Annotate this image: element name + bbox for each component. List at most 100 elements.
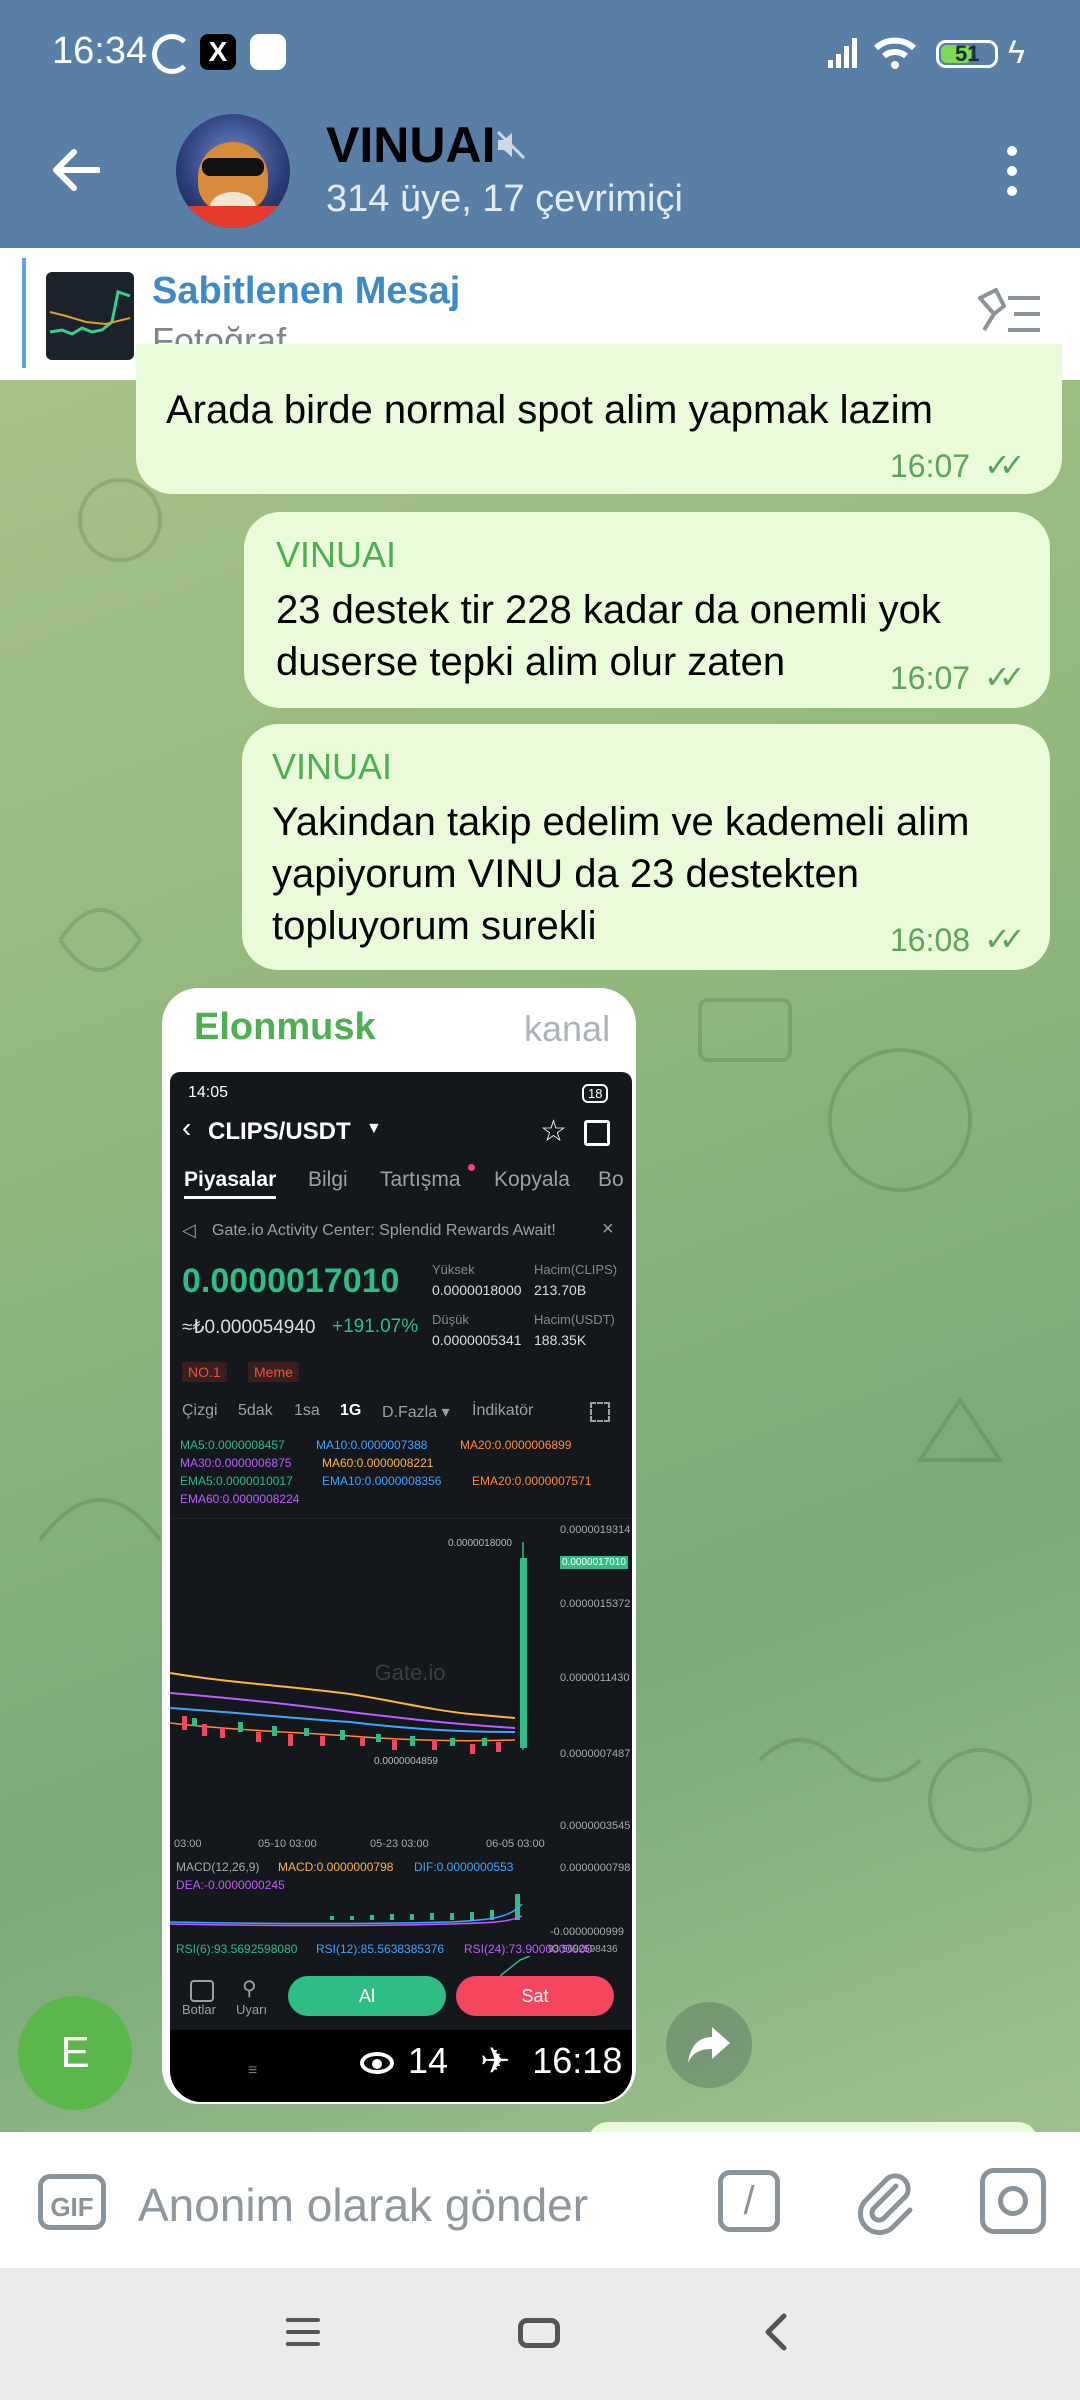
message-input[interactable]	[136, 2176, 680, 2234]
nav-home-button[interactable]	[518, 2318, 560, 2348]
shot-interval-active: 1G	[340, 1402, 362, 1419]
shot-axis-price: 0.0000007487	[560, 1748, 631, 1760]
shot-rsi-chart	[500, 1956, 531, 1976]
shot-banner-close: ×	[602, 1218, 614, 1240]
message-author[interactable]: VINUAI	[276, 534, 396, 576]
shot-bots-label: Botlar	[182, 2002, 216, 2017]
shot-buy-label: Al	[358, 1986, 375, 2006]
shot-ma: EMA20:0.0000007571	[472, 1474, 592, 1488]
back-button[interactable]	[36, 134, 114, 204]
shot-interval: D.Fazla ▾	[382, 1404, 450, 1421]
gif-button[interactable]: GIF	[38, 2174, 106, 2230]
shot-vol-clips-label: Hacim(CLIPS)	[534, 1262, 618, 1277]
shot-badge: Meme	[248, 1362, 299, 1382]
x-icon: X	[200, 34, 236, 70]
views-count: 14	[408, 2040, 449, 2081]
shot-date: 06-05 03:00	[486, 1838, 545, 1850]
shot-axis-price: 0.0000019314	[560, 1524, 631, 1536]
shot-high: 0.0000018000	[432, 1282, 522, 1298]
shot-rsi: RSI(12):85.5638385376	[316, 1942, 445, 1956]
shot-macd-axis: 0.0000000798	[560, 1862, 631, 1874]
forwarded-author[interactable]: Elonmusk	[194, 1006, 376, 1049]
battery-level: 51	[955, 41, 980, 66]
pinned-indicator	[22, 258, 26, 368]
shot-bots-icon	[190, 1980, 214, 2002]
shot-dif: DIF:0.0000000553	[414, 1860, 514, 1874]
read-ticks-icon: ✓✓	[984, 447, 1025, 483]
shot-tab-dot	[468, 1164, 475, 1171]
shot-vol-usdt-label: Hacim(USDT)	[534, 1312, 615, 1327]
shot-axis-price: 0.0000011430	[560, 1672, 630, 1684]
message-time: 16:07	[890, 660, 971, 696]
shot-ma: MA30:0.0000006875	[180, 1456, 292, 1470]
shot-status-time: 14:05	[188, 1084, 229, 1101]
sync-icon	[152, 34, 192, 74]
pin-list-icon[interactable]	[974, 284, 1046, 344]
shot-dea: DEA:-0.0000000245	[176, 1878, 285, 1892]
share-button[interactable]	[666, 2002, 752, 2088]
chat-subtitle: 314 üye, 17 çevrimiçi	[326, 178, 683, 220]
shot-expand-icon	[590, 1402, 610, 1422]
shot-current-marker: 0.0000017010	[560, 1556, 628, 1569]
shot-rsi: RSI(6):93.5692598080	[176, 1942, 298, 1956]
message-text: Arada birde normal spot alim yapmak lazi…	[166, 388, 933, 432]
shot-low-marker: 0.0000004859	[374, 1756, 438, 1767]
read-ticks-icon: ✓✓	[984, 921, 1025, 957]
shot-dropdown-icon: ▼	[366, 1120, 382, 1137]
shot-ma: MA60:0.0000008221	[322, 1456, 434, 1470]
battery-icon: 51	[936, 40, 998, 68]
shot-watermark: Gate.io	[375, 1660, 446, 1685]
more-options-button[interactable]	[990, 140, 1034, 200]
shot-tab: Tartışma	[380, 1168, 461, 1191]
forwarded-screenshot[interactable]: 14:05 18 ‹ CLIPS/USDT ▼ ☆ Piyasalar Bilg…	[170, 1072, 632, 2102]
browser-icon	[250, 34, 286, 70]
shot-rsi-axis: 93.5692598436	[548, 1944, 618, 1955]
shot-alert-label: Uyarı	[236, 2002, 268, 2017]
attach-button[interactable]	[850, 2166, 920, 2236]
shot-tab: Kopyala	[494, 1168, 570, 1191]
shot-interval: 1sa	[294, 1402, 320, 1419]
shot-price: 0.0000017010	[182, 1262, 400, 1300]
message-time: 16:18	[532, 2040, 623, 2081]
chat-title[interactable]: VINUAI	[326, 116, 495, 174]
pinned-thumbnail	[46, 272, 134, 360]
shot-low-label: Düşük	[432, 1312, 469, 1327]
shot-macd-chart	[170, 1894, 523, 1927]
chat-avatar[interactable]	[176, 114, 290, 228]
shot-interval: İndikatör	[472, 1402, 534, 1419]
shot-badge: NO.1	[182, 1362, 227, 1382]
shot-axis-price: 0.0000003545	[560, 1820, 631, 1832]
nav-back-button[interactable]	[760, 2310, 790, 2359]
shot-nav-menu-icon: ≡	[248, 2062, 258, 2079]
channel-tag: kanal	[524, 1008, 611, 1049]
bot-command-button[interactable]: /	[718, 2170, 780, 2232]
shot-ma: MA10:0.0000007388	[316, 1438, 428, 1452]
shot-tab: Bilgi	[308, 1168, 348, 1191]
shot-high-marker: 0.0000018000	[448, 1538, 512, 1549]
shot-sell-label: Sat	[521, 1986, 549, 2006]
shot-interval: Çizgi	[182, 1402, 218, 1419]
nav-menu-button[interactable]	[286, 2318, 320, 2348]
message-author[interactable]: VINUAI	[272, 746, 392, 788]
sender-avatar[interactable]: E	[18, 1996, 132, 2110]
pin-icon: ✈	[480, 2040, 511, 2081]
status-time: 16:34	[52, 30, 148, 72]
shot-ma: EMA10:0.0000008356	[322, 1474, 442, 1488]
shot-macd-label: MACD(12,26,9)	[176, 1860, 260, 1874]
shot-change: +191.07%	[332, 1316, 419, 1337]
shot-macd: MACD:0.0000000798	[278, 1860, 394, 1874]
shot-alert-icon: ⚲	[242, 1978, 257, 2000]
message-time: 16:08	[890, 922, 971, 958]
message-meta: 14 ✈ 16:18	[360, 2040, 622, 2082]
shot-interval: 5dak	[238, 1402, 273, 1419]
shot-ma: MA20:0.0000006899	[460, 1438, 572, 1452]
shot-pair-title: CLIPS/USDT	[208, 1118, 351, 1145]
mute-icon	[494, 128, 528, 167]
shot-vol-usdt: 188.35K	[534, 1332, 587, 1348]
camera-button[interactable]	[980, 2168, 1046, 2234]
shot-sell-button: Sat	[456, 1976, 614, 2016]
pinned-title: Sabitlenen Mesaj	[152, 270, 461, 312]
shot-speaker-icon: ◁	[182, 1220, 196, 1240]
shot-vol-clips: 213.70B	[534, 1282, 587, 1298]
shot-buy-button: Al	[288, 1976, 446, 2016]
